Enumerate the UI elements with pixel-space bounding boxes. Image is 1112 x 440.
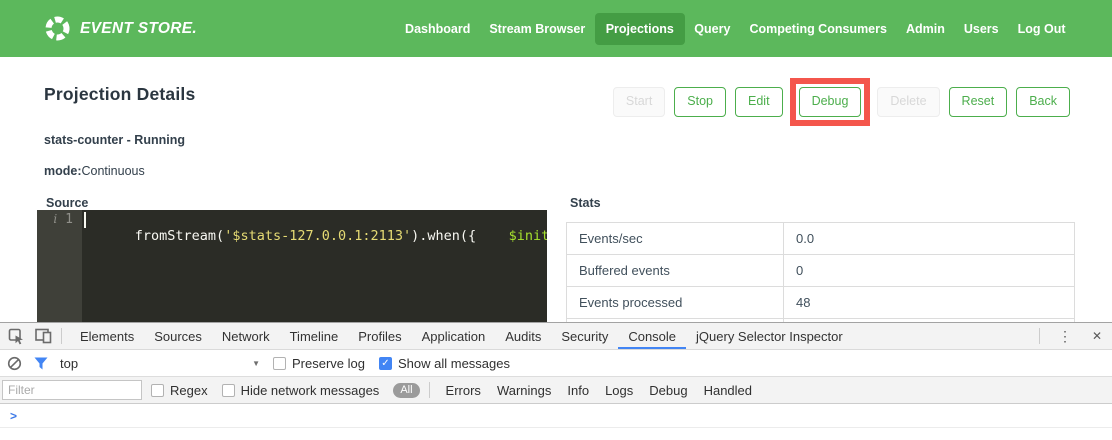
- check-icon: ✓: [381, 358, 389, 369]
- close-devtools-icon[interactable]: ✕: [1082, 329, 1112, 343]
- event-store-app: EVENT STORE. Dashboard Stream Browser Pr…: [0, 0, 1112, 440]
- show-all-messages-checkbox[interactable]: ✓: [379, 357, 392, 370]
- debug-button[interactable]: Debug: [799, 87, 862, 117]
- stat-value: 0.0: [784, 223, 1075, 255]
- tab-timeline[interactable]: Timeline: [280, 323, 349, 349]
- debug-annotation-box: Debug: [790, 78, 871, 126]
- filter-level-all[interactable]: All: [393, 383, 419, 398]
- stats-heading: Stats: [570, 196, 601, 210]
- clear-console-icon[interactable]: [7, 356, 22, 371]
- hide-network-messages-checkbox[interactable]: [222, 384, 235, 397]
- tab-profiles[interactable]: Profiles: [348, 323, 411, 349]
- regex-label[interactable]: Regex: [170, 383, 208, 398]
- code-line[interactable]: fromStream('$stats-127.0.0.1:2113').when…: [82, 210, 547, 326]
- top-navbar: EVENT STORE. Dashboard Stream Browser Pr…: [0, 0, 1112, 57]
- nav-item-competing-consumers[interactable]: Competing Consumers: [740, 13, 897, 45]
- code-token: ).when({: [411, 228, 476, 244]
- devtools-tabbar: Elements Sources Network Timeline Profil…: [0, 323, 1112, 350]
- nav-item-users[interactable]: Users: [954, 13, 1008, 45]
- edit-button[interactable]: Edit: [735, 87, 783, 117]
- delete-button[interactable]: Delete: [877, 87, 939, 117]
- main-nav: Dashboard Stream Browser Projections Que…: [396, 13, 1075, 45]
- projection-status: stats-counter - Running: [44, 133, 185, 147]
- device-toolbar-icon[interactable]: [35, 328, 53, 344]
- preserve-log-label[interactable]: Preserve log: [292, 356, 365, 371]
- event-store-ring-icon: [44, 15, 71, 42]
- regex-checkbox[interactable]: [151, 384, 164, 397]
- nav-item-projections[interactable]: Projections: [595, 13, 685, 45]
- tab-jquery-selector-inspector[interactable]: jQuery Selector Inspector: [686, 323, 853, 349]
- stat-label: Events processed: [567, 287, 784, 319]
- nav-item-query[interactable]: Query: [685, 13, 740, 45]
- stat-label: Events/sec: [567, 223, 784, 255]
- tab-elements[interactable]: Elements: [70, 323, 144, 349]
- filter-level-info[interactable]: Info: [567, 383, 589, 398]
- mode-value: Continuous: [82, 164, 145, 178]
- code-token: fromStream(: [135, 228, 224, 244]
- source-code-editor[interactable]: i 1 fromStream('$stats-127.0.0.1:2113').…: [37, 210, 547, 326]
- devtools-panel: Elements Sources Network Timeline Profil…: [0, 322, 1112, 440]
- stat-value: 0: [784, 255, 1075, 287]
- tab-security[interactable]: Security: [551, 323, 618, 349]
- code-token-string: '$stats-127.0.0.1:2113': [224, 228, 411, 244]
- toolbar-separator: [429, 382, 430, 398]
- show-all-messages-label[interactable]: Show all messages: [398, 356, 510, 371]
- filter-input[interactable]: [2, 380, 142, 400]
- start-button[interactable]: Start: [613, 87, 665, 117]
- hide-network-messages-label[interactable]: Hide network messages: [241, 383, 380, 398]
- frame-context-dropdown[interactable]: top ▼: [60, 356, 260, 371]
- tab-application[interactable]: Application: [412, 323, 496, 349]
- frame-context-value: top: [60, 356, 78, 371]
- code-token-entity: $init:: [509, 228, 547, 244]
- filter-level-handled[interactable]: Handled: [704, 383, 752, 398]
- tab-sources[interactable]: Sources: [144, 323, 212, 349]
- filter-level-errors[interactable]: Errors: [446, 383, 481, 398]
- tab-network[interactable]: Network: [212, 323, 280, 349]
- nav-item-dashboard[interactable]: Dashboard: [396, 13, 480, 45]
- tab-console[interactable]: Console: [618, 323, 686, 349]
- filter-level-warnings[interactable]: Warnings: [497, 383, 551, 398]
- tab-audits[interactable]: Audits: [495, 323, 551, 349]
- more-options-icon[interactable]: ⋮: [1048, 328, 1082, 345]
- brand-name: EVENT STORE.: [80, 20, 197, 38]
- stop-button[interactable]: Stop: [674, 87, 726, 117]
- nav-item-log-out[interactable]: Log Out: [1008, 13, 1075, 45]
- filter-level-logs[interactable]: Logs: [605, 383, 633, 398]
- chevron-down-icon: ▼: [252, 359, 260, 368]
- info-annotation-icon: i: [53, 212, 57, 226]
- console-input-line[interactable]: >: [0, 404, 1112, 428]
- back-button[interactable]: Back: [1016, 87, 1070, 117]
- table-row: Events processed 48: [567, 287, 1075, 319]
- projection-action-buttons: Start Stop Edit Debug Delete Reset Back: [613, 78, 1070, 126]
- console-output: >: [0, 404, 1112, 428]
- text-cursor: [84, 212, 86, 228]
- editor-gutter: i 1: [37, 210, 82, 326]
- table-row: Events/sec 0.0: [567, 223, 1075, 255]
- toolbar-separator: [1039, 328, 1040, 344]
- table-row: Buffered events 0: [567, 255, 1075, 287]
- source-heading: Source: [46, 196, 88, 210]
- page-title: Projection Details: [44, 84, 195, 105]
- filter-level-debug[interactable]: Debug: [649, 383, 687, 398]
- inspect-element-icon[interactable]: [8, 328, 25, 345]
- nav-item-admin[interactable]: Admin: [896, 13, 954, 45]
- code-token: [476, 228, 509, 244]
- devtools-controls: ⋮ ✕: [1031, 328, 1112, 345]
- console-filter-bar: Regex Hide network messages All Errors W…: [0, 377, 1112, 404]
- console-toolbar: top ▼ Preserve log ✓ Show all messages: [0, 350, 1112, 377]
- reset-button[interactable]: Reset: [949, 87, 1008, 117]
- mode-label: mode:: [44, 164, 82, 178]
- stat-value: 48: [784, 287, 1075, 319]
- nav-item-stream-browser[interactable]: Stream Browser: [480, 13, 595, 45]
- console-prompt-icon: >: [10, 409, 17, 423]
- preserve-log-checkbox[interactable]: [273, 357, 286, 370]
- brand-logo[interactable]: EVENT STORE.: [44, 15, 197, 42]
- stat-label: Buffered events: [567, 255, 784, 287]
- projection-mode: mode:Continuous: [44, 164, 145, 178]
- filter-funnel-icon[interactable]: [34, 357, 48, 370]
- line-number: 1: [65, 212, 73, 227]
- toolbar-separator: [61, 328, 62, 344]
